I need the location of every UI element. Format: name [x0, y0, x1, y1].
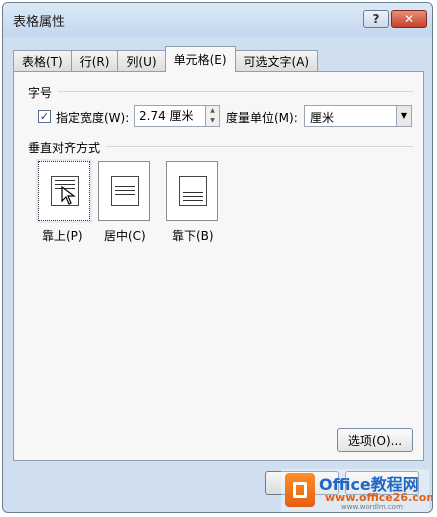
- align-bottom-box[interactable]: [166, 161, 218, 221]
- align-middle-box[interactable]: [98, 161, 150, 221]
- office-logo-icon: [285, 473, 315, 507]
- close-button[interactable]: ✕: [391, 10, 427, 28]
- width-spinner[interactable]: ▲ ▼: [206, 105, 220, 127]
- measure-unit-label: 度量单位(M):: [226, 111, 298, 125]
- width-input[interactable]: 2.74 厘米: [134, 105, 206, 127]
- measure-unit-value: 厘米: [310, 111, 335, 125]
- vertical-alignment-divider: [106, 146, 413, 147]
- spin-down-icon[interactable]: ▼: [206, 116, 219, 126]
- align-top-box[interactable]: [36, 159, 92, 223]
- watermark-site-small: www.wordlm.com: [341, 503, 403, 511]
- table-properties-dialog: 表格属性 ? ✕ 表格(T) 行(R) 列(U) 单元格(E) 可选文字(A) …: [2, 2, 433, 513]
- measure-unit-select[interactable]: 厘米 ▼: [304, 105, 412, 127]
- align-bottom-icon: [179, 176, 207, 206]
- tab-row[interactable]: 行(R): [70, 50, 119, 72]
- tab-alt-text[interactable]: 可选文字(A): [234, 50, 319, 72]
- tab-cell[interactable]: 单元格(E): [164, 46, 236, 72]
- align-top-option[interactable]: [36, 159, 92, 223]
- tab-table[interactable]: 表格(T): [13, 50, 72, 72]
- align-middle-icon: [111, 176, 139, 206]
- size-section-title: 字号: [28, 86, 53, 100]
- align-bottom-option[interactable]: [166, 161, 220, 223]
- align-middle-option[interactable]: [98, 161, 152, 223]
- specify-width-label: 指定宽度(W):: [56, 111, 130, 125]
- align-top-label: 靠上(P): [42, 229, 83, 243]
- watermark: Office教程网 www.office26.com www.wordlm.co…: [281, 469, 432, 512]
- specify-width-checkbox[interactable]: ✓: [38, 110, 51, 123]
- spin-up-icon[interactable]: ▲: [206, 106, 219, 116]
- size-section-divider: [58, 91, 413, 92]
- chevron-down-icon[interactable]: ▼: [396, 106, 411, 126]
- help-button[interactable]: ?: [363, 10, 389, 28]
- vertical-alignment-title: 垂直对齐方式: [28, 141, 101, 155]
- align-middle-label: 居中(C): [104, 229, 146, 243]
- options-button[interactable]: 选项(O)...: [337, 428, 413, 452]
- title-bar: 表格属性 ? ✕: [3, 3, 432, 37]
- cell-panel: 字号 ✓ 指定宽度(W): 2.74 厘米 ▲ ▼ 度量单位(M): 厘米 ▼ …: [13, 71, 424, 461]
- tab-column[interactable]: 列(U): [117, 50, 166, 72]
- mouse-cursor-icon: [61, 186, 76, 205]
- dialog-title: 表格属性: [13, 15, 66, 30]
- align-bottom-label: 靠下(B): [172, 229, 214, 243]
- tab-bar: 表格(T) 行(R) 列(U) 单元格(E) 可选文字(A): [13, 46, 319, 72]
